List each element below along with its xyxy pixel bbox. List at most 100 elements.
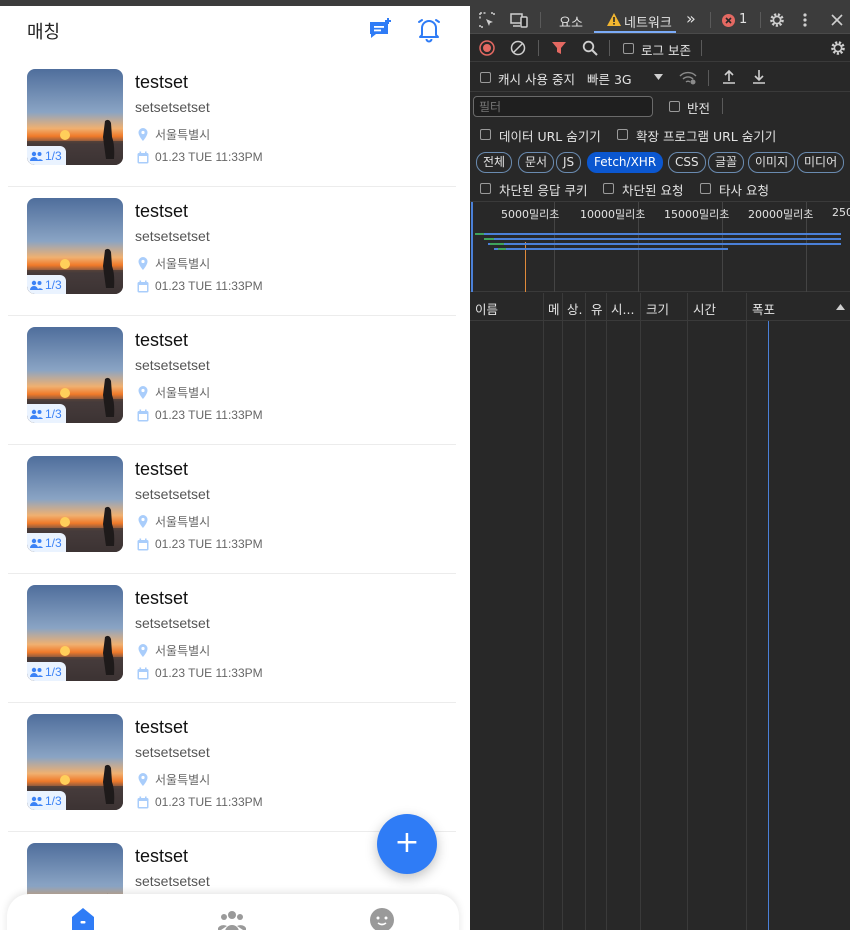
card-title: testset bbox=[135, 330, 189, 350]
card-datetime: 01.23 TUE 11:33PM bbox=[137, 279, 263, 293]
list-item[interactable]: 1/3 testset setsetsetset 서울특별시 01.23 TUE… bbox=[8, 703, 456, 832]
location-pin-icon bbox=[138, 644, 148, 657]
card-location: 서울특별시 bbox=[137, 642, 210, 659]
chip-img[interactable]: 이미지 bbox=[748, 152, 796, 173]
waterfall-bar bbox=[494, 248, 728, 250]
column-type[interactable]: 유 bbox=[591, 299, 603, 318]
chevron-down-icon bbox=[654, 74, 663, 80]
column-size[interactable]: 크기 bbox=[646, 299, 669, 318]
close-icon[interactable] bbox=[831, 14, 843, 26]
export-har-icon[interactable] bbox=[752, 69, 766, 85]
blocked-cookies-checkbox[interactable] bbox=[480, 183, 491, 194]
third-party-label: 타사 요청 bbox=[719, 183, 769, 198]
community-icon[interactable] bbox=[217, 906, 247, 930]
device-toolbar-icon[interactable] bbox=[510, 12, 528, 28]
calendar-icon bbox=[137, 538, 149, 550]
inspect-element-icon[interactable] bbox=[479, 12, 495, 28]
disable-cache-checkbox[interactable] bbox=[480, 72, 491, 83]
profile-face-icon[interactable] bbox=[368, 906, 396, 930]
hide-extension-url-checkbox[interactable] bbox=[617, 129, 628, 140]
toolbar-separator bbox=[540, 12, 541, 28]
sunset-thumbnail: 1/3 bbox=[27, 327, 123, 423]
card-datetime: 01.23 TUE 11:33PM bbox=[137, 666, 263, 680]
clear-icon[interactable] bbox=[510, 40, 526, 56]
card-datetime: 01.23 TUE 11:33PM bbox=[137, 795, 263, 809]
timeline-window-left[interactable] bbox=[471, 202, 473, 292]
card-title: testset bbox=[135, 588, 189, 608]
network-settings-icon[interactable] bbox=[830, 40, 846, 56]
member-count-badge: 1/3 bbox=[27, 146, 66, 165]
throttling-select[interactable]: 빠른 3G bbox=[587, 69, 632, 88]
calendar-icon bbox=[137, 151, 149, 163]
chip-media[interactable]: 미디어 bbox=[797, 152, 845, 173]
hide-data-url-checkbox[interactable] bbox=[480, 129, 491, 140]
error-count[interactable]: 1 bbox=[739, 12, 747, 27]
column-divider bbox=[585, 293, 586, 930]
column-initiator[interactable]: 시... bbox=[611, 299, 634, 318]
people-icon bbox=[30, 538, 43, 548]
member-count-badge: 1/3 bbox=[27, 275, 66, 294]
create-matching-fab[interactable]: + bbox=[377, 814, 437, 874]
list-item[interactable]: 1/3 testset setsetsetset 서울특별시 01.23 TUE… bbox=[8, 58, 456, 187]
location-pin-icon bbox=[138, 257, 148, 270]
tab-network[interactable]: 네트워크 bbox=[624, 12, 672, 31]
filter-funnel-icon[interactable] bbox=[552, 41, 566, 55]
card-title: testset bbox=[135, 72, 189, 92]
chip-font[interactable]: 글꼴 bbox=[708, 152, 745, 173]
column-time[interactable]: 시간 bbox=[693, 299, 716, 318]
card-datetime: 01.23 TUE 11:33PM bbox=[137, 537, 263, 551]
member-count-badge: 1/3 bbox=[27, 404, 66, 423]
warning-icon bbox=[607, 13, 621, 26]
column-status[interactable]: 상. bbox=[567, 299, 582, 318]
timeline-overview[interactable]: 5000밀리초 10000밀리초 15000밀리초 20000밀리초 250 bbox=[470, 202, 850, 292]
search-icon[interactable] bbox=[582, 40, 598, 56]
filter-row: 반전 bbox=[470, 92, 850, 120]
gear-icon[interactable] bbox=[769, 12, 785, 28]
people-icon bbox=[30, 280, 43, 290]
calendar-icon bbox=[137, 280, 149, 292]
list-item[interactable]: 1/3 testset setsetsetset 서울특별시 01.23 TUE… bbox=[8, 445, 456, 574]
invert-checkbox[interactable] bbox=[669, 101, 680, 112]
preserve-log-checkbox[interactable] bbox=[623, 43, 634, 54]
list-item[interactable]: 1/3 testset setsetsetset 서울특별시 01.23 TUE… bbox=[8, 316, 456, 445]
list-item[interactable]: 1/3 testset setsetsetset 서울특별시 01.23 TUE… bbox=[8, 187, 456, 316]
hide-extension-url-label: 확장 프로그램 URL 숨기기 bbox=[636, 129, 777, 144]
third-party-checkbox[interactable] bbox=[700, 183, 711, 194]
filter-input[interactable] bbox=[473, 96, 653, 117]
chip-doc[interactable]: 문서 bbox=[518, 152, 555, 173]
plus-icon: + bbox=[394, 825, 420, 860]
error-icon[interactable] bbox=[722, 14, 735, 27]
chip-all[interactable]: 전체 bbox=[476, 152, 513, 173]
more-tabs-icon[interactable]: » bbox=[686, 9, 696, 28]
chip-css[interactable]: CSS bbox=[668, 152, 706, 173]
network-conditions-icon[interactable] bbox=[678, 70, 698, 85]
chat-add-icon[interactable] bbox=[368, 17, 394, 43]
invert-label: 반전 bbox=[687, 101, 711, 116]
member-count-badge: 1/3 bbox=[27, 791, 66, 810]
people-icon bbox=[30, 667, 43, 677]
sort-ascending-icon[interactable] bbox=[836, 304, 845, 310]
member-count-badge: 1/3 bbox=[27, 662, 66, 681]
card-subtitle: setsetsetset bbox=[135, 357, 210, 373]
import-har-icon[interactable] bbox=[722, 69, 736, 85]
bell-icon[interactable] bbox=[416, 17, 442, 43]
timeline-tick-label: 5000밀리초 bbox=[501, 208, 560, 221]
home-icon[interactable] bbox=[69, 906, 97, 930]
card-location: 서울특별시 bbox=[137, 255, 210, 272]
column-method[interactable]: 메 bbox=[548, 299, 560, 318]
chip-js[interactable]: JS bbox=[556, 152, 582, 173]
sunset-thumbnail: 1/3 bbox=[27, 198, 123, 294]
list-item[interactable]: 1/3 testset setsetsetset 서울특별시 01.23 TUE… bbox=[8, 574, 456, 703]
blocked-requests-checkbox[interactable] bbox=[603, 183, 614, 194]
toolbar-separator bbox=[538, 40, 539, 56]
tab-elements[interactable]: 요소 bbox=[559, 12, 583, 31]
column-waterfall[interactable]: 폭포 bbox=[752, 299, 775, 318]
record-icon[interactable] bbox=[479, 40, 495, 56]
devtools-tabbar: 요소 네트워크 » 1 bbox=[470, 6, 850, 34]
card-location: 서울특별시 bbox=[137, 771, 210, 788]
kebab-menu-icon[interactable] bbox=[803, 12, 807, 28]
column-name[interactable]: 이름 bbox=[475, 299, 498, 318]
column-divider bbox=[606, 293, 607, 930]
chip-fetch-xhr[interactable]: Fetch/XHR bbox=[587, 152, 664, 173]
card-datetime: 01.23 TUE 11:33PM bbox=[137, 150, 263, 164]
